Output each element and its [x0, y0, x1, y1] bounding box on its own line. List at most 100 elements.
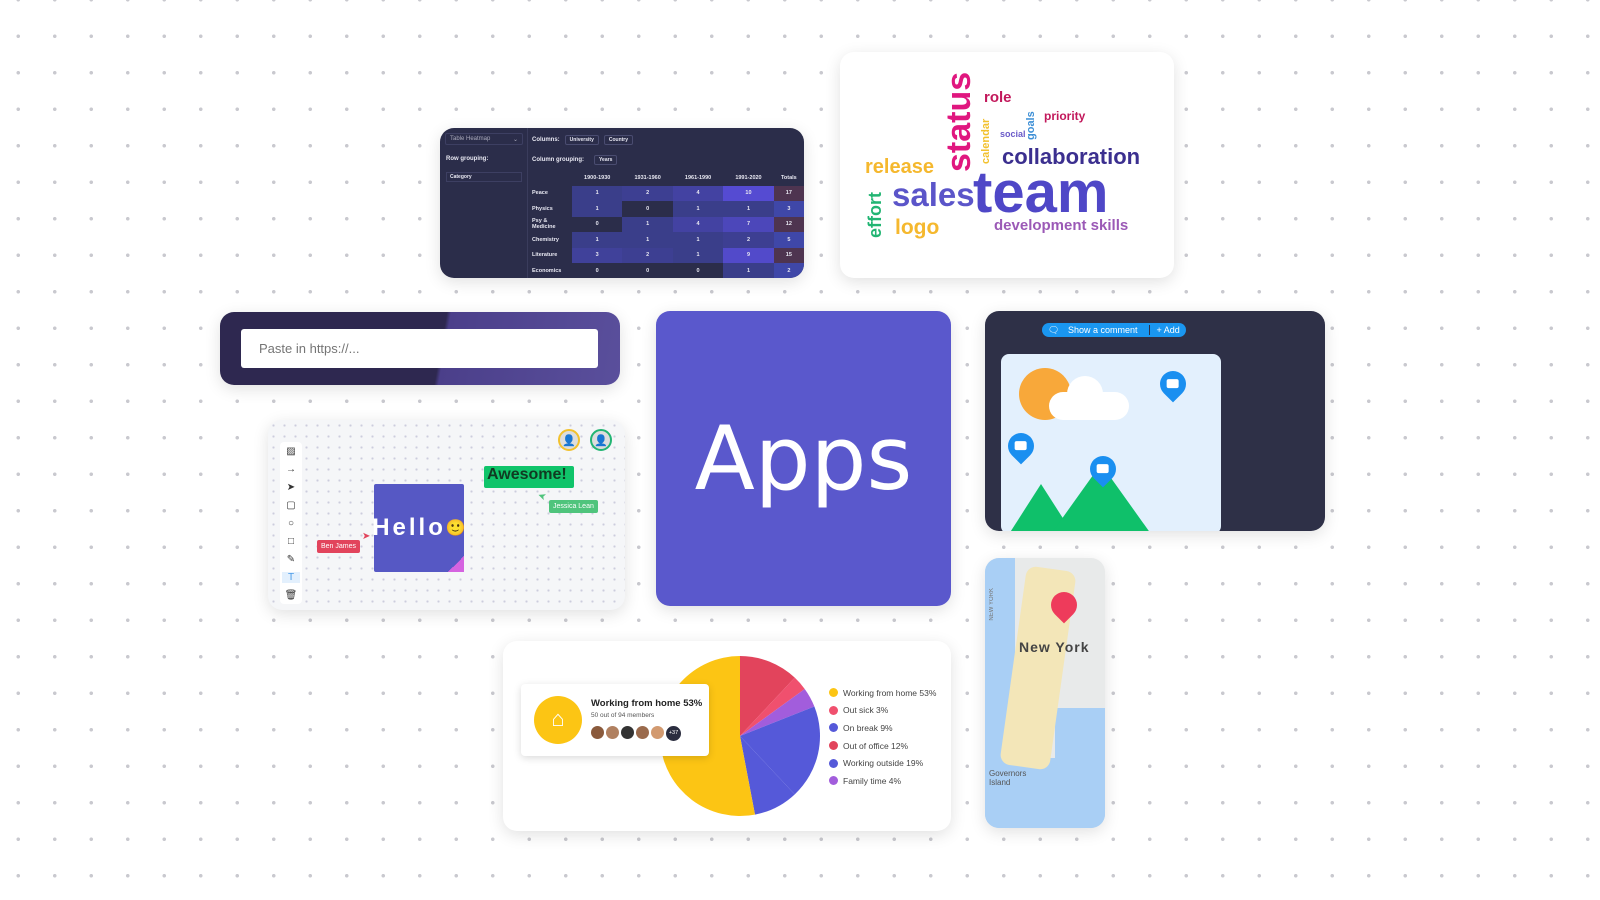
arrow-icon[interactable]: →	[286, 464, 296, 475]
legend-item: Out of office 12%	[829, 737, 936, 755]
home-icon: ⌂	[534, 696, 582, 744]
more-members-badge[interactable]: +37	[666, 726, 681, 741]
heatmap-cell: 4	[672, 216, 724, 232]
heatmap-cell: 1	[723, 201, 774, 217]
avatar	[621, 726, 634, 739]
shape-icon[interactable]: □	[288, 536, 294, 547]
avatar: 👤	[590, 429, 612, 451]
avatar	[636, 726, 649, 739]
status-pie-card: ⌂ Working from home 53% 50 out of 94 mem…	[503, 641, 951, 831]
map-card: NEW YORK New York Governors Island	[985, 558, 1105, 828]
legend-label: Working from home 53%	[843, 687, 937, 698]
add-comment-button[interactable]: + Add	[1149, 325, 1185, 335]
table-row: Physics 1 0 1 1 3	[528, 201, 804, 217]
show-comment-label: Show a comment	[1067, 324, 1138, 335]
heatmap-cell: 1	[672, 201, 724, 217]
pointer-icon[interactable]: ➤	[287, 482, 295, 493]
whiteboard-card: ▨ → ➤ ▢ ○ □ ✎ T 🗑 👤 👤 Hello 🙂 Awesome! Ben Ja…	[268, 420, 625, 610]
row-grouping-label: Row grouping:	[446, 156, 489, 162]
column-header	[528, 170, 572, 186]
heatmap-cell: 17	[773, 185, 804, 201]
heatmap-cell: 3	[572, 247, 623, 263]
comments-card: 🗨 Show a comment + Add	[985, 311, 1325, 531]
apps-tile: Apps	[656, 311, 951, 606]
cursor-icon: ➤	[536, 488, 549, 503]
heatmap-cell: 1	[723, 263, 774, 278]
embed-link-card	[220, 312, 620, 385]
word-cloud-word: social	[1000, 129, 1026, 139]
text-icon[interactable]: T	[282, 571, 300, 583]
word-cloud-word: release	[865, 156, 934, 178]
heatmap-cell: 4	[672, 185, 724, 201]
lasso-icon[interactable]: ○	[288, 518, 294, 529]
image-icon[interactable]: ▨	[286, 446, 295, 457]
table-row: Psy & Medicine 0 1 4 7 12	[528, 216, 804, 232]
row-label: Psy & Medicine	[532, 218, 556, 231]
word-cloud-word: team	[973, 160, 1109, 225]
row-label: Literature	[532, 252, 558, 259]
apps-title: Apps	[694, 407, 913, 510]
avatar: 👤	[558, 429, 580, 451]
heatmap-cell: 0	[622, 263, 673, 278]
cursor-icon: ➤	[362, 531, 371, 542]
word-cloud-word: role	[984, 89, 1012, 106]
table-row: Chemistry 1 1 1 2 5	[528, 232, 804, 248]
legend-marker-icon	[829, 741, 838, 751]
word-cloud-word: logo	[895, 216, 940, 239]
legend-label: Family time 4%	[843, 775, 902, 786]
tooltip-title: Working from home 53%	[591, 698, 703, 709]
heatmap-cell: 0	[572, 216, 623, 232]
word-cloud-word: effort	[865, 192, 885, 238]
legend-label: Out of office 12%	[843, 740, 909, 751]
heatmap-cell: 1	[572, 185, 623, 201]
heatmap-cell: 5	[773, 232, 804, 248]
avatar	[651, 726, 664, 739]
pencil-icon[interactable]: ✎	[287, 554, 295, 565]
column-grouping-chip[interactable]: Years	[594, 155, 618, 165]
row-chip-category[interactable]: Category	[446, 172, 522, 182]
select-value: Table Heatmap	[450, 136, 491, 142]
heatmap-cell: 1	[572, 232, 623, 248]
member-avatars: +37	[591, 726, 681, 741]
trash-icon[interactable]: 🗑	[285, 590, 298, 601]
row-label: Peace	[532, 190, 548, 197]
heatmap-cell: 7	[723, 216, 774, 232]
column-header: 1931-1960	[634, 174, 661, 181]
heatmap-cell: 3	[773, 201, 804, 217]
word-cloud-card: status role calendar social goals priority col…	[840, 52, 1174, 278]
word-cloud-word: goals	[1025, 111, 1037, 140]
legend-label: On break 9%	[843, 722, 893, 733]
cursor-label: Ben James	[317, 540, 361, 553]
legend-item: On break 9%	[829, 719, 936, 737]
legend-marker-icon	[829, 758, 838, 768]
map-island-label: Governors Island	[989, 769, 1027, 787]
sticky-text: Hello	[372, 514, 446, 541]
heatmap-cell: 0	[622, 201, 673, 217]
legend-marker-icon	[829, 705, 838, 715]
column-header: 1900-1930	[584, 174, 611, 181]
sticky-note[interactable]: Hello 🙂	[372, 484, 466, 572]
legend-marker-icon	[829, 688, 838, 698]
smiley-icon: 🙂	[445, 520, 466, 537]
avatar	[591, 726, 604, 739]
awesome-text[interactable]: Awesome!	[484, 466, 574, 488]
heatmap-type-select[interactable]: Table Heatmap ⌄	[445, 133, 523, 145]
column-chip[interactable]: University	[564, 135, 599, 145]
pie-tooltip: ⌂ Working from home 53% 50 out of 94 mem…	[521, 684, 709, 756]
show-comment-button[interactable]: 🗨 Show a comment	[1042, 325, 1149, 336]
sticky-note-icon[interactable]: ▢	[286, 500, 295, 511]
heatmap-cell: 1	[622, 216, 673, 232]
heatmap-cell: 12	[773, 216, 804, 232]
column-header: 1991-2020	[735, 174, 762, 181]
map-city-label: New York	[1019, 639, 1090, 655]
map-vertical-label: NEW YORK	[989, 588, 995, 621]
whiteboard-toolbar: ▨ → ➤ ▢ ○ □ ✎ T 🗑	[280, 442, 302, 604]
url-input[interactable]	[241, 329, 598, 368]
heatmap-cell: 0	[672, 263, 724, 278]
column-header: 1961-1990	[684, 174, 712, 181]
column-chip[interactable]: Country	[603, 135, 634, 145]
avatar	[606, 726, 619, 739]
legend-item: Working from home 53%	[829, 684, 936, 702]
word-cloud-word: sales	[892, 176, 975, 213]
word-cloud-word: development skills	[994, 217, 1129, 234]
